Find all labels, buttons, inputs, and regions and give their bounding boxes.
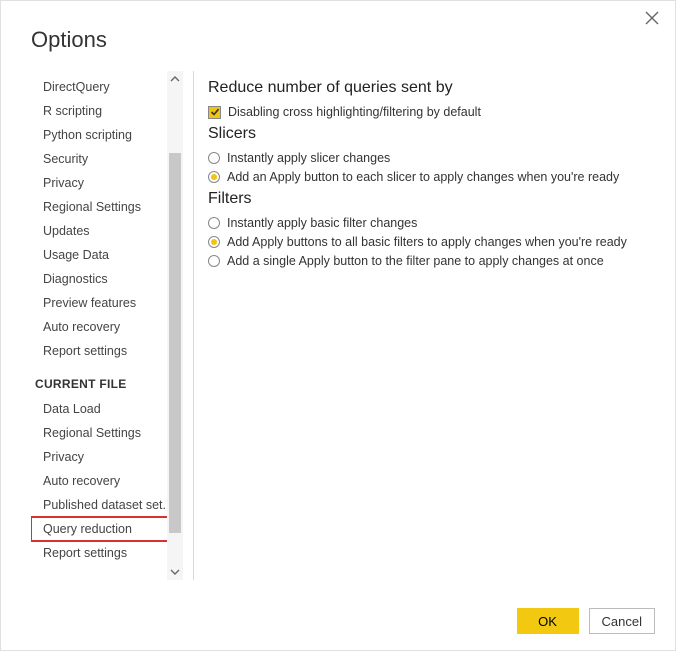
radio-slicer-apply[interactable]: Add an Apply button to each slicer to ap… [208,170,655,184]
sidebar-item-auto-recovery[interactable]: Auto recovery [31,315,183,339]
sidebar-item-privacy-file[interactable]: Privacy [31,445,183,469]
radio-icon [208,217,220,229]
radio-icon [208,171,220,183]
sidebar-section-header: CURRENT FILE [31,363,183,397]
sidebar-item-updates[interactable]: Updates [31,219,183,243]
checkbox-label: Disabling cross highlighting/filtering b… [228,105,481,119]
group-title-filters: Filters [208,190,655,208]
scrollbar-track[interactable] [167,71,183,580]
sidebar-item-preview-features[interactable]: Preview features [31,291,183,315]
sidebar-item-report-settings-file[interactable]: Report settings [31,541,183,565]
chevron-down-icon[interactable] [167,564,183,580]
sidebar-item-regional-settings-file[interactable]: Regional Settings [31,421,183,445]
radio-label: Add Apply buttons to all basic filters t… [227,235,627,249]
content-panel: Reduce number of queries sent by Disabli… [208,71,655,580]
dialog-footer: OK Cancel [517,608,655,634]
sidebar-item-security[interactable]: Security [31,147,183,171]
sidebar-item-published-dataset[interactable]: Published dataset set... [31,493,183,517]
page-title: Options [31,27,107,53]
sidebar: DirectQuery R scripting Python scripting… [31,71,183,580]
radio-slicer-instant[interactable]: Instantly apply slicer changes [208,151,655,165]
cancel-button[interactable]: Cancel [589,608,655,634]
radio-label: Add an Apply button to each slicer to ap… [227,170,619,184]
radio-icon [208,255,220,267]
radio-filter-apply-single[interactable]: Add a single Apply button to the filter … [208,254,655,268]
ok-button[interactable]: OK [517,608,579,634]
group-title-reduce: Reduce number of queries sent by [208,79,655,97]
close-icon[interactable] [645,11,661,27]
sidebar-item-auto-recovery-file[interactable]: Auto recovery [31,469,183,493]
group-title-slicers: Slicers [208,125,655,143]
radio-filter-instant[interactable]: Instantly apply basic filter changes [208,216,655,230]
sidebar-item-r-scripting[interactable]: R scripting [31,99,183,123]
chevron-up-icon[interactable] [167,71,183,87]
sidebar-item-query-reduction[interactable]: Query reduction [31,517,183,541]
sidebar-item-python-scripting[interactable]: Python scripting [31,123,183,147]
radio-label: Instantly apply basic filter changes [227,216,417,230]
sidebar-item-usage-data[interactable]: Usage Data [31,243,183,267]
radio-label: Add a single Apply button to the filter … [227,254,604,268]
sidebar-item-diagnostics[interactable]: Diagnostics [31,267,183,291]
checkbox-icon [208,106,221,119]
scrollbar-thumb[interactable] [169,153,181,533]
radio-icon [208,152,220,164]
sidebar-item-directquery[interactable]: DirectQuery [31,75,183,99]
vertical-divider [193,71,194,580]
sidebar-item-report-settings[interactable]: Report settings [31,339,183,363]
radio-filter-apply-each[interactable]: Add Apply buttons to all basic filters t… [208,235,655,249]
sidebar-item-regional-settings[interactable]: Regional Settings [31,195,183,219]
checkbox-disable-cross-highlight[interactable]: Disabling cross highlighting/filtering b… [208,105,655,119]
sidebar-item-data-load[interactable]: Data Load [31,397,183,421]
sidebar-item-privacy[interactable]: Privacy [31,171,183,195]
radio-icon [208,236,220,248]
radio-label: Instantly apply slicer changes [227,151,390,165]
